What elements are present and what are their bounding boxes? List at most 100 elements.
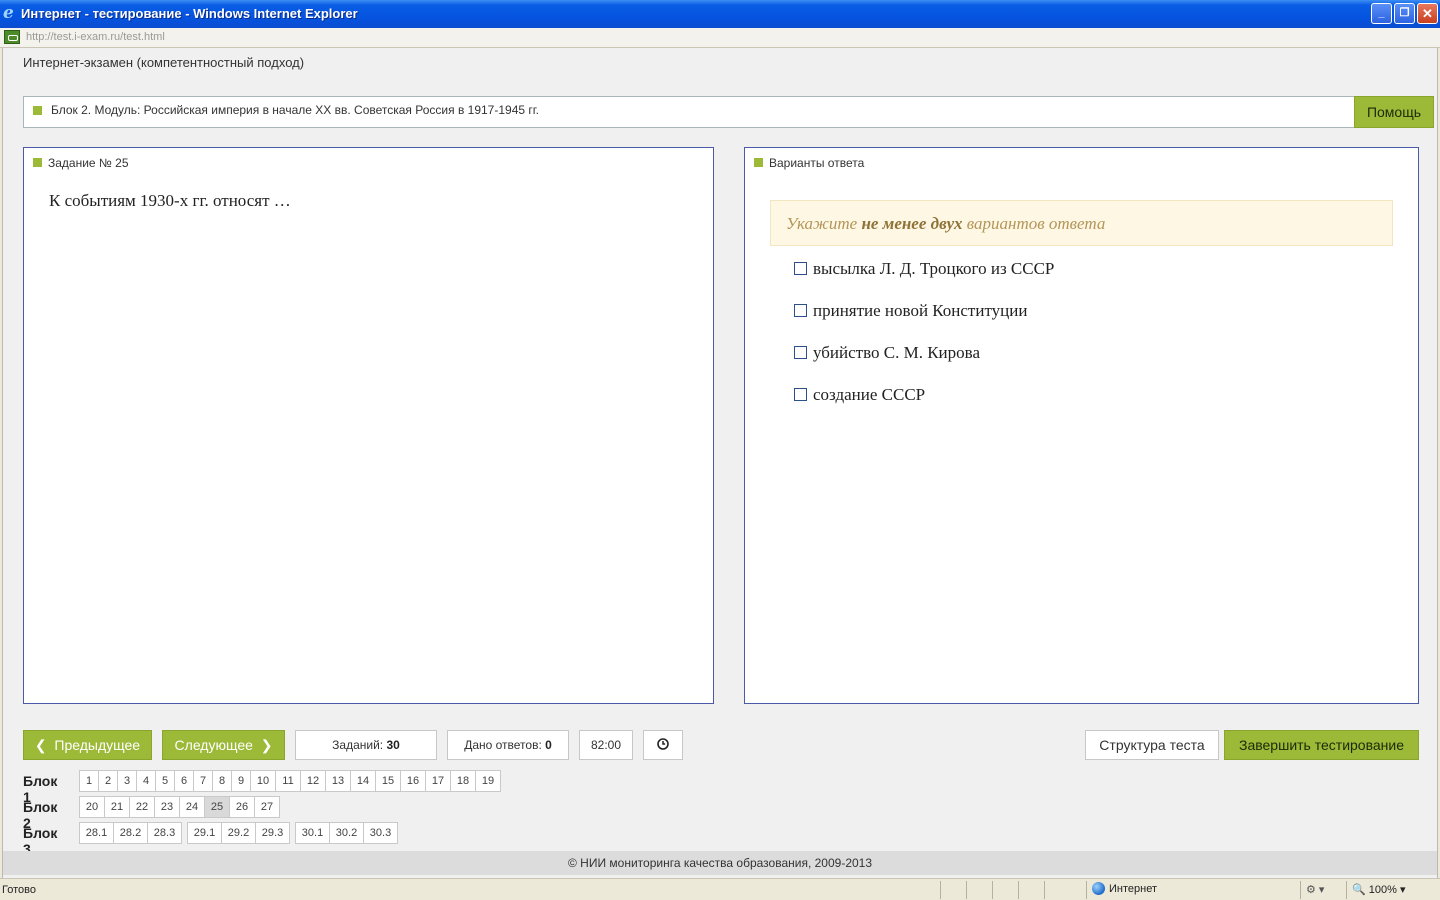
answers-title: Варианты ответа (769, 156, 865, 170)
answered-count-value: 0 (545, 738, 552, 752)
bullet-square-icon (33, 157, 42, 167)
hint-emphasis: не менее двух (861, 214, 963, 233)
task-cell-24[interactable]: 24 (179, 796, 205, 818)
address-bar: http://test.i-exam.ru/test.html (0, 28, 1440, 48)
previous-button[interactable]: ❮ Предыдущее (23, 730, 152, 760)
task-cell-2[interactable]: 2 (98, 770, 118, 792)
task-cell-25[interactable]: 25 (204, 796, 230, 818)
module-title: Блок 2. Модуль: Российская империя в нач… (51, 103, 540, 117)
task-cell-10[interactable]: 10 (250, 770, 276, 792)
task-cell-5[interactable]: 5 (155, 770, 175, 792)
protected-mode-icon[interactable]: ⚙ ▾ (1306, 883, 1324, 896)
task-cell-7[interactable]: 7 (193, 770, 213, 792)
answer-checkbox[interactable] (794, 262, 807, 276)
block-task-cells: 20 21 22 23 24 25 26 27 (79, 796, 280, 818)
bullet-square-icon (33, 106, 42, 115)
block-task-cells: 28.1 28.2 28.3 29.1 29.2 29.3 30.1 30.2 30.3 (79, 822, 398, 844)
answer-option[interactable]: убийство С. М. Кирова (794, 343, 980, 363)
answer-label: высылка Л. Д. Троцкого из СССР (813, 259, 1055, 278)
task-cell-14[interactable]: 14 (350, 770, 376, 792)
task-cell-21[interactable]: 21 (104, 796, 130, 818)
answered-count: Дано ответов: 0 (447, 730, 569, 760)
minimize-button[interactable]: _ (1371, 3, 1392, 24)
task-cell-18[interactable]: 18 (450, 770, 476, 792)
task-cell-11[interactable]: 11 (275, 770, 301, 792)
zone-label: Интернет (1109, 883, 1157, 895)
task-header: Задание № 25 (33, 156, 129, 170)
hint-text: вариантов ответа (962, 214, 1106, 233)
task-cell-30.2[interactable]: 30.2 (329, 822, 364, 844)
task-cell-22[interactable]: 22 (129, 796, 155, 818)
answers-panel: Варианты ответа Укажите не менее двух ва… (744, 147, 1419, 704)
answer-option[interactable]: создание СССР (794, 385, 925, 405)
tasks-count-label: Заданий: (332, 738, 387, 752)
globe-icon (1092, 881, 1105, 895)
task-cell-28.1[interactable]: 28.1 (79, 822, 114, 844)
answer-label: принятие новой Конституции (813, 301, 1028, 320)
task-cell-30.1[interactable]: 30.1 (295, 822, 330, 844)
task-cell-9[interactable]: 9 (231, 770, 251, 792)
task-cell-29.2[interactable]: 29.2 (221, 822, 256, 844)
task-cell-23[interactable]: 23 (154, 796, 180, 818)
task-cell-28.2[interactable]: 28.2 (113, 822, 148, 844)
close-button[interactable]: ✕ (1417, 3, 1438, 24)
task-cell-29.1[interactable]: 29.1 (187, 822, 222, 844)
task-cell-8[interactable]: 8 (212, 770, 232, 792)
task-cell-1[interactable]: 1 (79, 770, 99, 792)
answer-label: создание СССР (813, 385, 926, 404)
restore-button[interactable]: ❐ (1394, 3, 1415, 24)
answer-checkbox[interactable] (794, 388, 807, 402)
window-titlebar: e Интернет - тестирование - Windows Inte… (0, 0, 1440, 28)
task-cell-19[interactable]: 19 (475, 770, 501, 792)
finish-test-button[interactable]: Завершить тестирование (1224, 730, 1419, 760)
block-task-cells: 1 2 3 4 5 6 7 8 9 10 11 12 13 14 15 16 17 18 19 (79, 770, 501, 792)
chevron-right-icon: ❯ (260, 737, 273, 753)
answer-instruction: Укажите не менее двух вариантов ответа (770, 200, 1393, 246)
exam-title: Интернет-экзамен (компетентностный подхо… (23, 55, 305, 70)
answer-option[interactable]: высылка Л. Д. Троцкого из СССР (794, 259, 1054, 279)
security-zone: Интернет (1092, 881, 1157, 895)
test-structure-button[interactable]: Структура теста (1085, 730, 1219, 760)
hint-text: Укажите (786, 214, 862, 233)
zoom-level: 100% (1368, 884, 1397, 896)
site-favicon-icon (4, 30, 20, 44)
tasks-count-value: 30 (386, 738, 400, 752)
answered-count-label: Дано ответов: (464, 738, 546, 752)
clock-icon (657, 738, 669, 751)
task-cell-12[interactable]: 12 (300, 770, 326, 792)
bullet-square-icon (754, 157, 763, 167)
task-cell-28.3[interactable]: 28.3 (147, 822, 182, 844)
task-cell-15[interactable]: 15 (375, 770, 401, 792)
next-button[interactable]: Следующее ❯ (162, 730, 285, 760)
task-cell-3[interactable]: 3 (117, 770, 137, 792)
module-bar: Блок 2. Модуль: Российская империя в нач… (23, 96, 1434, 128)
next-label: Следующее (174, 737, 253, 753)
task-cell-4[interactable]: 4 (136, 770, 156, 792)
task-cell-30.3[interactable]: 30.3 (363, 822, 398, 844)
page-content: Интернет-экзамен (компетентностный подхо… (2, 48, 1438, 878)
task-number: Задание № 25 (48, 156, 129, 170)
answer-checkbox[interactable] (794, 304, 807, 318)
task-cell-13[interactable]: 13 (325, 770, 351, 792)
answer-option[interactable]: принятие новой Конституции (794, 301, 1027, 321)
zoom-control[interactable]: 🔍 100% ▾ (1352, 883, 1405, 896)
status-bar: Готово Интернет ⚙ ▾ 🔍 100% ▾ (0, 878, 1440, 900)
task-cell-17[interactable]: 17 (425, 770, 451, 792)
task-cell-27[interactable]: 27 (254, 796, 280, 818)
timer: 82:00 (579, 730, 633, 760)
ie-logo-icon: e (3, 3, 14, 23)
address-url[interactable]: http://test.i-exam.ru/test.html (26, 31, 165, 43)
task-cell-6[interactable]: 6 (174, 770, 194, 792)
task-cell-29.3[interactable]: 29.3 (255, 822, 290, 844)
window-title: Интернет - тестирование - Windows Intern… (21, 6, 358, 21)
answers-header: Варианты ответа (754, 156, 864, 170)
help-button[interactable]: Помощь (1354, 96, 1434, 128)
answer-label: убийство С. М. Кирова (813, 343, 980, 362)
task-cell-26[interactable]: 26 (229, 796, 255, 818)
task-cell-16[interactable]: 16 (400, 770, 426, 792)
task-cell-20[interactable]: 20 (79, 796, 105, 818)
tasks-count: Заданий: 30 (295, 730, 437, 760)
previous-label: Предыдущее (54, 737, 141, 753)
clock-button[interactable] (643, 730, 683, 760)
answer-checkbox[interactable] (794, 346, 807, 360)
